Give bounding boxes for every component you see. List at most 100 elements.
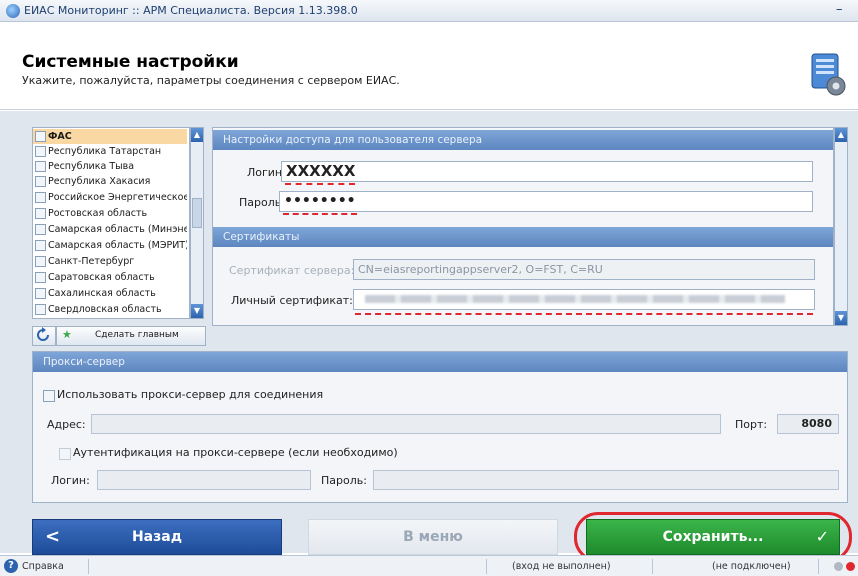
list-item-label: Самарская область (Минэнерго <box>48 224 187 235</box>
window-title: ЕИАС Мониторинг :: АРМ Специалиста. Верс… <box>24 4 358 17</box>
refresh-icon <box>37 327 49 341</box>
list-item-checkbox[interactable] <box>35 256 46 267</box>
list-item-checkbox[interactable] <box>35 208 46 219</box>
list-item-checkbox[interactable] <box>35 146 46 157</box>
status-bar: ? Справка (вход не выполнен) (не подключ… <box>0 555 858 576</box>
status-indicator-icon <box>846 562 855 571</box>
list-item-label: Ростовская область <box>48 208 148 219</box>
make-main-label: Сделать главным <box>95 330 179 340</box>
menu-button-label: В меню <box>403 529 463 545</box>
list-item-label: Свердловская область <box>48 304 162 315</box>
proxy-login-input[interactable] <box>97 470 311 490</box>
list-item[interactable]: Республика Тыва <box>33 159 187 174</box>
list-item-label: Саратовская область <box>48 272 155 283</box>
scroll-thumb[interactable] <box>192 198 202 228</box>
list-item[interactable]: Свердловская область <box>33 302 187 317</box>
star-icon: ★ <box>62 328 72 341</box>
scroll-down-icon[interactable]: ▼ <box>191 304 203 318</box>
window-titlebar: ЕИАС Мониторинг :: АРМ Специалиста. Верс… <box>0 0 858 22</box>
proxy-panel: Прокси-сервер Использовать прокси-сервер… <box>32 351 848 503</box>
page-subtitle: Укажите, пожалуйста, параметры соединени… <box>22 74 400 87</box>
login-input[interactable]: XXXXXX <box>281 161 813 182</box>
list-item[interactable]: Республика Татарстан <box>33 144 187 159</box>
proxy-password-label: Пароль: <box>321 474 367 487</box>
minimize-button[interactable]: – <box>836 2 843 17</box>
list-item[interactable]: Санкт-Петербург <box>33 254 187 269</box>
scroll-down-icon[interactable]: ▼ <box>835 311 847 325</box>
list-item-label: Санкт-Петербург <box>48 256 135 267</box>
list-item-checkbox[interactable] <box>35 224 46 235</box>
list-item-checkbox[interactable] <box>35 192 46 203</box>
proxy-port-label: Порт: <box>735 418 768 431</box>
proxy-password-input[interactable] <box>373 470 839 490</box>
app-icon <box>6 4 20 18</box>
list-item-label: Российское Энергетическое Аг <box>48 192 187 203</box>
use-proxy-checkbox[interactable] <box>43 390 55 402</box>
refresh-button[interactable] <box>32 326 56 346</box>
list-item[interactable]: Республика Хакасия <box>33 174 187 189</box>
proxy-port-input[interactable]: 8080 <box>777 414 839 434</box>
back-arrow-icon: < <box>45 526 61 547</box>
check-icon: ✓ <box>815 527 829 546</box>
list-item-checkbox[interactable] <box>35 304 46 315</box>
server-settings-icon <box>811 53 846 96</box>
status-separator <box>88 559 89 574</box>
status-separator <box>486 559 487 574</box>
list-item-checkbox[interactable] <box>35 288 46 299</box>
login-label: Логин: <box>247 166 286 179</box>
make-main-button[interactable]: ★ Сделать главным <box>56 326 206 346</box>
region-list-toolbar: ★ Сделать главным <box>32 326 206 346</box>
login-state: (вход не выполнен) <box>512 561 611 572</box>
help-icon[interactable]: ? <box>4 559 18 573</box>
list-item-label: Самарская область (МЭРИТ) <box>48 240 187 251</box>
save-button[interactable]: Сохранить... ✓ <box>586 519 840 555</box>
save-button-label: Сохранить... <box>662 529 764 545</box>
personal-cert-label: Личный сертификат: <box>231 294 353 307</box>
region-list[interactable]: ФАС Республика Татарстан Республика Тыва… <box>32 127 190 319</box>
list-item[interactable]: Сахалинская область <box>33 286 187 301</box>
proxy-auth-label: Аутентификация на прокси-сервере (если н… <box>73 446 398 459</box>
list-item-label: ФАС <box>48 131 72 142</box>
scroll-up-icon[interactable]: ▲ <box>835 128 847 142</box>
proxy-address-label: Адрес: <box>47 418 86 431</box>
list-item-label: Республика Тыва <box>48 161 135 172</box>
list-item-label: Республика Хакасия <box>48 176 151 187</box>
help-link[interactable]: Справка <box>22 558 64 575</box>
server-settings-panel: Настройки доступа для пользователя серве… <box>212 127 834 326</box>
list-item-checkbox[interactable] <box>35 131 46 142</box>
list-item-label: Сахалинская область <box>48 288 156 299</box>
page-header: Системные настройки Укажите, пожалуйста,… <box>0 22 858 110</box>
connection-state: (не подключен) <box>712 561 791 572</box>
back-button-label: Назад <box>131 529 183 545</box>
access-section-header: Настройки доступа для пользователя серве… <box>213 130 833 150</box>
list-item[interactable]: ФАС <box>33 129 187 144</box>
region-list-scrollbar[interactable]: ▲ ▼ <box>190 127 204 319</box>
login-highlight-mark <box>285 183 355 185</box>
list-item[interactable]: Самарская область (Минэнерго <box>33 222 187 237</box>
list-item-label: Республика Татарстан <box>48 146 162 157</box>
status-separator <box>652 559 653 574</box>
page-title: Системные настройки <box>22 52 239 72</box>
personal-cert-blurred-value <box>365 295 785 303</box>
certificates-section-header: Сертификаты <box>213 227 833 247</box>
password-input[interactable]: •••••••• <box>279 191 813 212</box>
status-separator <box>818 559 819 574</box>
list-item[interactable]: Российское Энергетическое Аг <box>33 190 187 205</box>
list-item[interactable]: Ростовская область <box>33 206 187 221</box>
status-indicator-icon <box>834 562 843 571</box>
list-item-checkbox[interactable] <box>35 240 46 251</box>
proxy-address-input[interactable] <box>91 414 721 434</box>
personal-cert-highlight-mark <box>355 313 813 315</box>
list-item[interactable]: Саратовская область <box>33 270 187 285</box>
list-item-checkbox[interactable] <box>35 161 46 172</box>
proxy-login-label: Логин: <box>51 474 90 487</box>
back-button[interactable]: < Назад <box>32 519 282 555</box>
menu-button[interactable]: В меню <box>308 519 558 555</box>
list-item[interactable]: Самарская область (МЭРИТ) <box>33 238 187 253</box>
proxy-section-header: Прокси-сервер <box>33 352 847 372</box>
list-item-checkbox[interactable] <box>35 176 46 187</box>
settings-panel-scrollbar[interactable]: ▲ ▼ <box>834 127 848 326</box>
proxy-auth-checkbox[interactable] <box>59 448 71 460</box>
scroll-up-icon[interactable]: ▲ <box>191 128 203 142</box>
list-item-checkbox[interactable] <box>35 272 46 283</box>
